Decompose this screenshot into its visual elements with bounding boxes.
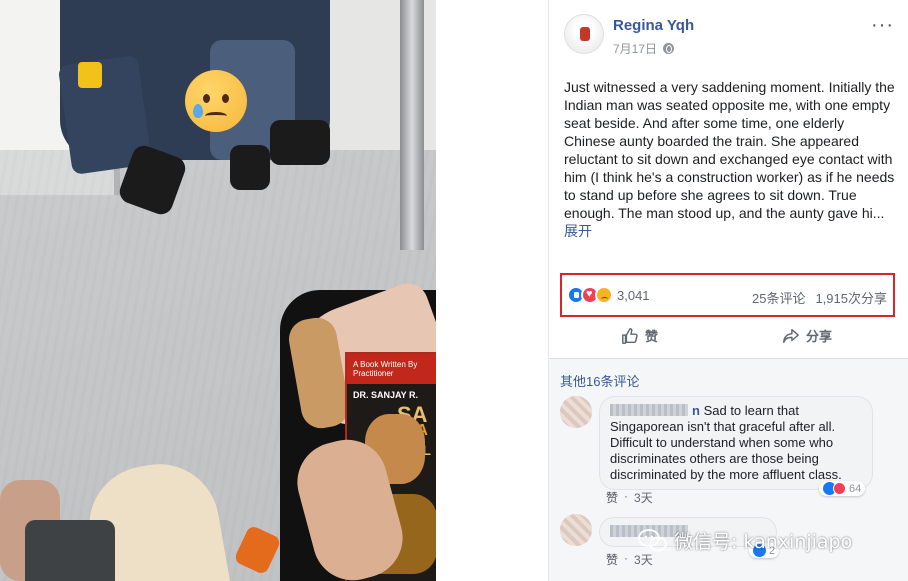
yellow-tag (78, 62, 102, 88)
comment-like-link[interactable]: 赞 (606, 489, 618, 506)
wechat-icon (638, 528, 667, 551)
expand-link[interactable]: 展开 (564, 223, 592, 239)
post-actions: 赞 分享 (564, 326, 894, 350)
like-label: 赞 (645, 329, 659, 344)
commenter-avatar[interactable] (560, 396, 592, 428)
reaction-summary[interactable]: 3,041 (567, 286, 650, 304)
share-count[interactable]: 1,915次分享 (815, 288, 887, 307)
commenter-name-blurred[interactable] (610, 404, 688, 416)
comment-time[interactable]: 3天 (634, 489, 653, 506)
sad-icon (595, 286, 613, 304)
commenter-avatar[interactable] (560, 514, 592, 546)
comment-bubble: n Sad to learn that Singaporean isn't th… (599, 396, 873, 490)
book-tagline: A Book Written By Practitioner (353, 360, 418, 378)
sad-face-emoji-icon (185, 70, 247, 132)
post-text: Just witnessed a very saddening moment. … (564, 79, 895, 221)
post-date[interactable]: 7月17日 (613, 40, 657, 57)
comment-count[interactable]: 25条评论 (752, 288, 805, 307)
globe-icon (663, 43, 675, 54)
grab-pole (400, 0, 424, 250)
author-name[interactable]: Regina Yqh (613, 17, 694, 34)
reaction-stats-highlight: 3,041 25条评论 1,915次分享 (560, 273, 895, 317)
watermark-text: 微信号: kanxinjiapo (674, 531, 853, 553)
comment-share-counts: 25条评论 1,915次分享 (752, 288, 887, 307)
ellipsis-icon[interactable]: ··· (871, 14, 894, 37)
like-button[interactable]: 赞 (621, 326, 658, 345)
comment-reactions[interactable]: 64 (819, 481, 866, 496)
share-arrow-icon (783, 328, 799, 343)
share-label: 分享 (806, 329, 833, 344)
share-button[interactable]: 分享 (782, 326, 832, 345)
post-photo[interactable]: A Book Written By Practitioner DR. SANJA… (0, 0, 436, 581)
comment-footer: 赞 · 3天 (606, 489, 653, 506)
book-author: DR. SANJAY R. (353, 390, 419, 400)
facebook-post: Regina Yqh 7月17日 ··· Just witnessed a ve… (548, 0, 908, 581)
post-body: Just witnessed a very saddening moment. … (564, 78, 899, 240)
shoe (270, 120, 330, 165)
comment-reaction-count: 64 (849, 482, 862, 495)
post-meta: 7月17日 (613, 40, 675, 57)
avatar[interactable] (564, 14, 604, 54)
thumbs-up-icon (622, 327, 638, 344)
love-icon (833, 482, 846, 495)
commenter-name-tail[interactable]: n (692, 403, 700, 418)
wechat-watermark: 微信号: kanxinjiapo (638, 527, 852, 554)
shirt (25, 520, 115, 581)
reaction-count: 3,041 (617, 287, 650, 303)
shoe (230, 145, 270, 190)
comment-like-link[interactable]: 赞 (606, 551, 618, 568)
view-more-comments-link[interactable]: 其他16条评论 (560, 371, 639, 390)
